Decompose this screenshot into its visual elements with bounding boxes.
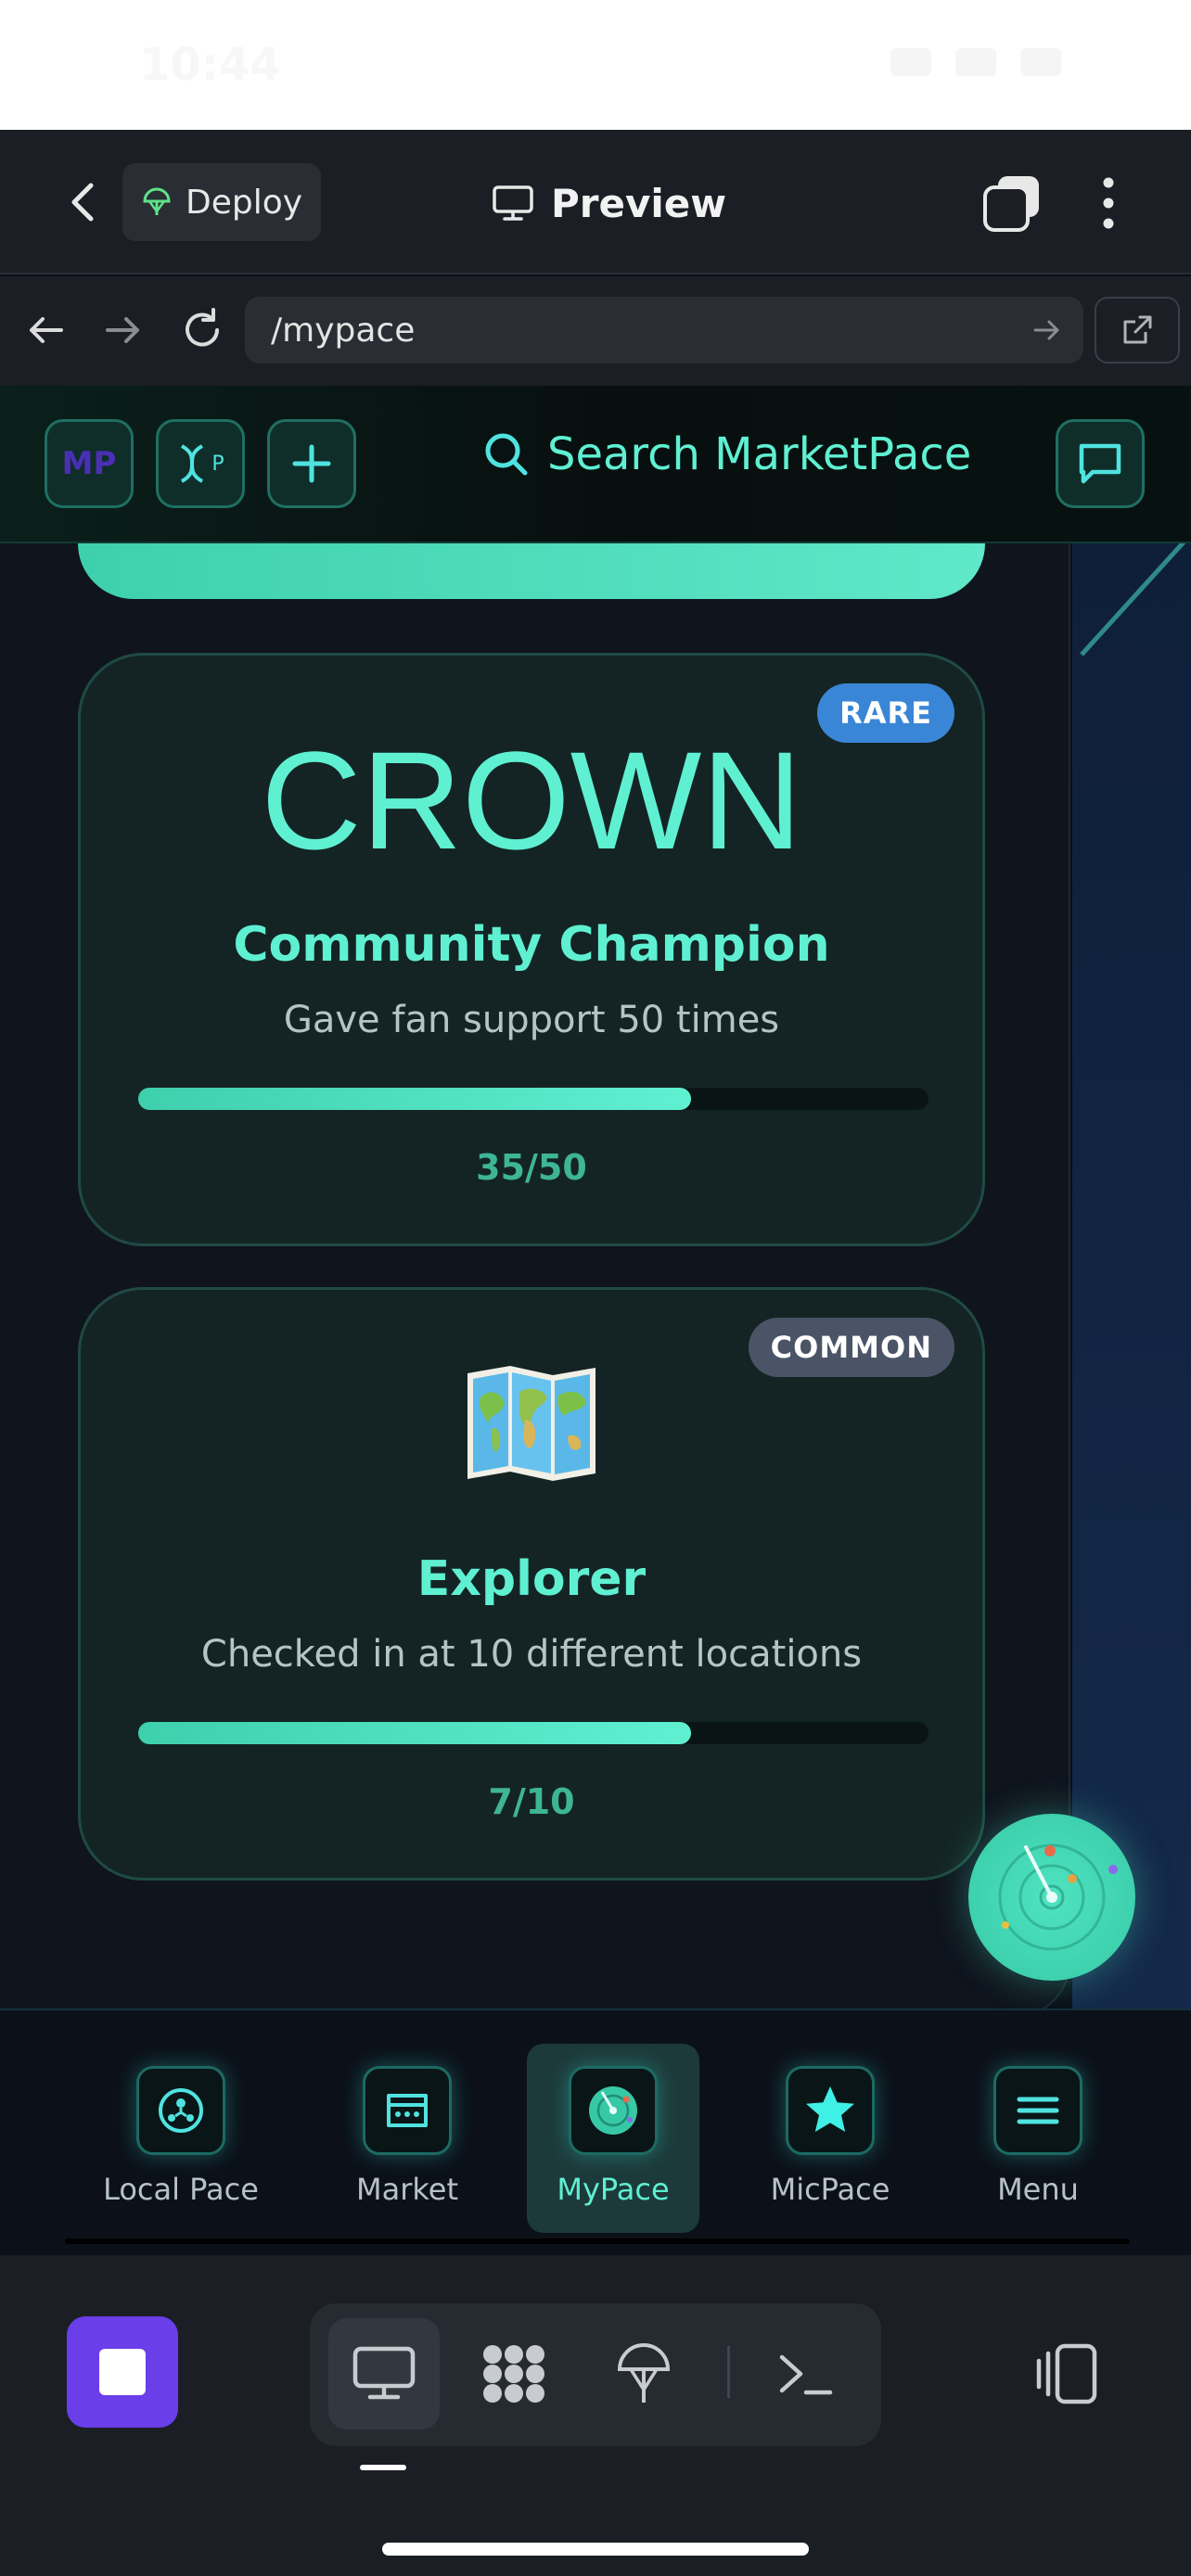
plus-icon bbox=[292, 444, 331, 483]
mypace-radar-icon bbox=[569, 2066, 658, 2155]
preview-label: Preview bbox=[551, 180, 727, 226]
logo-button[interactable]: MP bbox=[45, 419, 134, 508]
url-input[interactable]: /mypace bbox=[245, 297, 1083, 363]
chat-button[interactable] bbox=[1056, 419, 1145, 508]
status-icons bbox=[890, 48, 1061, 76]
deployments-dock-button[interactable] bbox=[588, 2318, 699, 2429]
back-icon[interactable] bbox=[58, 176, 109, 228]
market-icon bbox=[363, 2066, 452, 2155]
progress-count: 7/10 bbox=[488, 1781, 575, 1822]
external-link-icon bbox=[1123, 315, 1152, 344]
dev-toolbar: Deploy Preview bbox=[0, 130, 1191, 274]
star-icon bbox=[786, 2066, 875, 2155]
app-header: MP P Search MarketPace bbox=[0, 386, 1191, 543]
achievement-card[interactable]: RARE CROWN Community Champion Gave fan s… bbox=[78, 653, 985, 1246]
ide-dock bbox=[0, 2255, 1191, 2576]
preview-tab[interactable]: Preview bbox=[492, 171, 726, 236]
home-indicator bbox=[382, 2543, 809, 2556]
progress-bar bbox=[138, 1088, 928, 1110]
progress-fill bbox=[138, 1722, 692, 1744]
wifi-icon bbox=[955, 48, 996, 76]
more-vertical-icon[interactable] bbox=[1095, 174, 1122, 232]
chat-icon bbox=[1079, 443, 1121, 484]
dock-separator bbox=[727, 2346, 730, 2398]
terminal-icon bbox=[779, 2354, 833, 2395]
deploy-icon bbox=[617, 2343, 671, 2403]
browser-forward-icon[interactable] bbox=[96, 304, 148, 356]
stop-button[interactable] bbox=[67, 2316, 178, 2428]
nav-item-menu[interactable]: Menu bbox=[952, 2044, 1124, 2233]
status-time: 10:44 bbox=[139, 39, 281, 91]
nav-item-mypace[interactable]: MyPace bbox=[527, 2044, 699, 2233]
reload-icon[interactable] bbox=[176, 304, 228, 356]
achievement-description: Checked in at 10 different locations bbox=[200, 1633, 863, 1676]
previous-card-edge bbox=[78, 543, 985, 599]
nav-item-micpace[interactable]: MicPace bbox=[744, 2044, 916, 2233]
achievements-content: RARE CROWN Community Champion Gave fan s… bbox=[0, 543, 1191, 2009]
deploy-label: Deploy bbox=[185, 183, 303, 222]
nav-label: Local Pace bbox=[103, 2172, 259, 2207]
dna-button[interactable]: P bbox=[156, 419, 245, 508]
achievement-title: Community Champion bbox=[233, 917, 830, 973]
windows-icon[interactable] bbox=[981, 172, 1043, 234]
background-decoration bbox=[1072, 543, 1191, 2009]
preview-dock-button[interactable] bbox=[328, 2318, 440, 2429]
search-bar[interactable]: Search MarketPace bbox=[482, 428, 971, 480]
url-bar: /mypace bbox=[0, 276, 1191, 386]
go-arrow-icon[interactable] bbox=[1030, 313, 1063, 347]
nav-label: MyPace bbox=[557, 2172, 670, 2207]
monitor-icon bbox=[352, 2346, 416, 2400]
panel-toggle-icon[interactable] bbox=[1030, 2337, 1104, 2411]
radar-icon bbox=[998, 1843, 1118, 1951]
battery-icon bbox=[1020, 48, 1061, 76]
dna-button-text: P bbox=[211, 452, 224, 476]
radar-fab-button[interactable] bbox=[968, 1814, 1135, 1981]
progress-bar bbox=[138, 1722, 928, 1744]
signal-icon bbox=[890, 48, 931, 76]
dna-icon bbox=[181, 444, 204, 483]
bottom-nav: Local Pace Market MyPace MicPace Menu bbox=[0, 2009, 1191, 2255]
url-text: /mypace bbox=[271, 311, 416, 350]
shell-dock-button[interactable] bbox=[749, 2318, 861, 2429]
menu-icon bbox=[993, 2066, 1082, 2155]
crown-icon: CROWN bbox=[261, 722, 802, 878]
progress-count: 35/50 bbox=[476, 1147, 587, 1188]
search-placeholder: Search MarketPace bbox=[547, 428, 972, 480]
progress-fill bbox=[138, 1088, 692, 1110]
deploy-button[interactable]: Deploy bbox=[122, 163, 321, 241]
nav-item-local-pace[interactable]: Local Pace bbox=[95, 2044, 267, 2233]
nav-label: Market bbox=[356, 2172, 458, 2207]
nav-label: Menu bbox=[997, 2172, 1079, 2207]
nav-label: MicPace bbox=[770, 2172, 890, 2207]
search-icon bbox=[485, 433, 528, 476]
status-bar: 10:44 bbox=[0, 0, 1191, 130]
add-button[interactable] bbox=[267, 419, 356, 508]
deploy-icon bbox=[143, 187, 171, 215]
active-tab-indicator bbox=[360, 2465, 406, 2470]
divider bbox=[65, 2238, 1130, 2244]
achievement-card[interactable]: COMMON Explorer Checked in at 10 differe… bbox=[78, 1287, 985, 1881]
monitor-icon bbox=[493, 185, 533, 221]
open-external-button[interactable] bbox=[1095, 297, 1180, 363]
nav-item-market[interactable]: Market bbox=[321, 2044, 493, 2233]
achievement-title: Explorer bbox=[416, 1551, 647, 1607]
browser-back-icon[interactable] bbox=[20, 304, 72, 356]
local-pace-icon bbox=[136, 2066, 225, 2155]
world-map-icon bbox=[81, 1364, 982, 1483]
nodes-grid-icon bbox=[483, 2345, 544, 2403]
logo-text: MP bbox=[61, 445, 117, 482]
dock-tab-group bbox=[310, 2303, 881, 2446]
workflows-dock-button[interactable] bbox=[458, 2318, 570, 2429]
achievement-description: Gave fan support 50 times bbox=[283, 999, 780, 1041]
stop-icon bbox=[99, 2349, 146, 2395]
